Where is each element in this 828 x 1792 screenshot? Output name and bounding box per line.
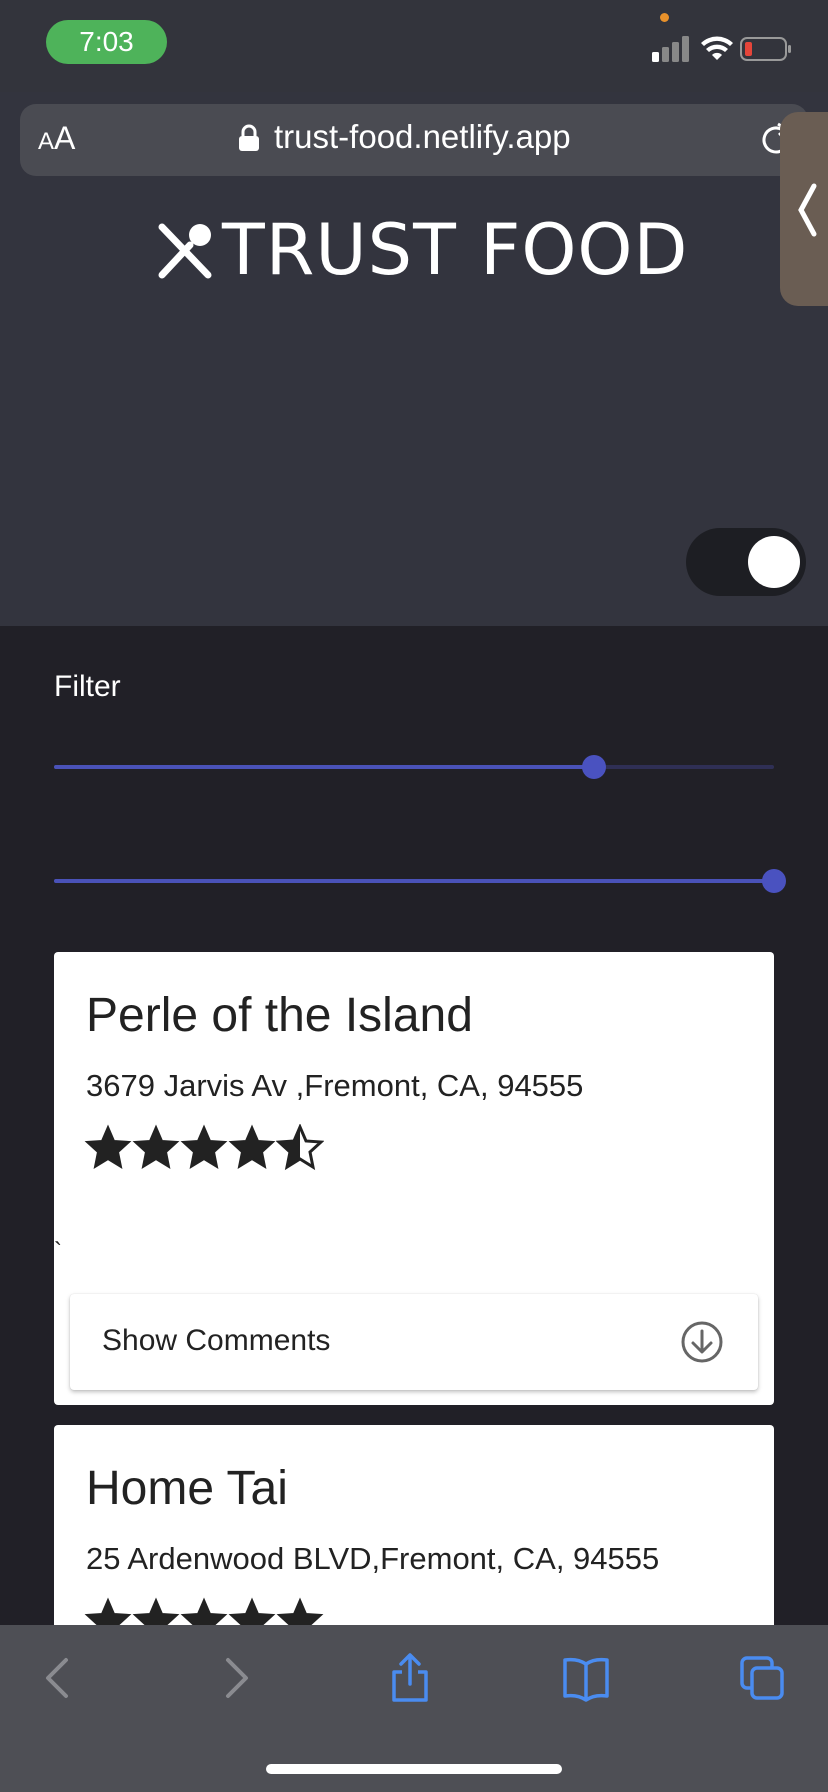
brand-title: TRUST FOOD — [222, 209, 689, 291]
slider-fill — [54, 765, 594, 769]
filter-slider-2[interactable] — [54, 869, 786, 893]
cellular-signal-icon — [652, 36, 689, 62]
slider-thumb[interactable] — [762, 869, 786, 893]
privacy-indicator-dot — [660, 13, 669, 22]
brand-logo[interactable]: TRUST FOOD — [156, 209, 689, 291]
stray-text: ` — [54, 1238, 62, 1265]
restaurant-address: 3679 Jarvis Av ,Fremont, CA, 94555 — [86, 1068, 584, 1103]
restaurant-card: Perle of the Island 3679 Jarvis Av ,Frem… — [54, 952, 774, 1405]
arrow-down-circle-icon — [681, 1321, 723, 1363]
star-full-icon — [132, 1124, 180, 1170]
battery-icon — [740, 37, 791, 61]
rating-stars — [84, 1124, 324, 1172]
bookmarks-icon[interactable] — [562, 1652, 610, 1704]
text-size-button[interactable]: AA — [38, 120, 75, 157]
restaurant-name: Perle of the Island — [86, 989, 473, 1042]
share-icon[interactable] — [386, 1652, 434, 1704]
tabs-icon[interactable] — [738, 1652, 786, 1704]
home-indicator — [266, 1764, 562, 1774]
text-size-big-label: A — [54, 120, 76, 156]
filter-label: Filter — [54, 670, 121, 703]
star-full-icon — [84, 1124, 132, 1170]
lock-icon — [239, 124, 259, 151]
star-full-icon — [228, 1124, 276, 1170]
utensils-icon — [158, 223, 212, 279]
restaurant-address: 25 Ardenwood BLVD,Fremont, CA, 94555 — [86, 1541, 660, 1576]
star-half-icon — [276, 1124, 324, 1171]
back-icon[interactable] — [34, 1652, 82, 1704]
filter-slider-1[interactable] — [54, 755, 774, 779]
show-comments-label: Show Comments — [102, 1324, 331, 1357]
slider-thumb[interactable] — [582, 755, 606, 779]
star-full-icon — [180, 1124, 228, 1170]
status-bar: 7:03 — [0, 0, 828, 92]
toggle-knob — [748, 536, 800, 588]
slider-fill — [54, 879, 774, 883]
show-comments-button[interactable]: Show Comments — [70, 1294, 758, 1390]
wifi-icon — [701, 36, 733, 60]
restaurant-name: Home Tai — [86, 1462, 288, 1515]
text-size-small-label: A — [38, 128, 55, 155]
status-time: 7:03 — [46, 20, 167, 64]
forward-icon[interactable] — [212, 1652, 260, 1704]
dark-mode-toggle[interactable] — [686, 528, 806, 596]
chevron-left-icon — [798, 183, 817, 237]
url-text[interactable]: trust-food.netlify.app — [274, 118, 571, 156]
